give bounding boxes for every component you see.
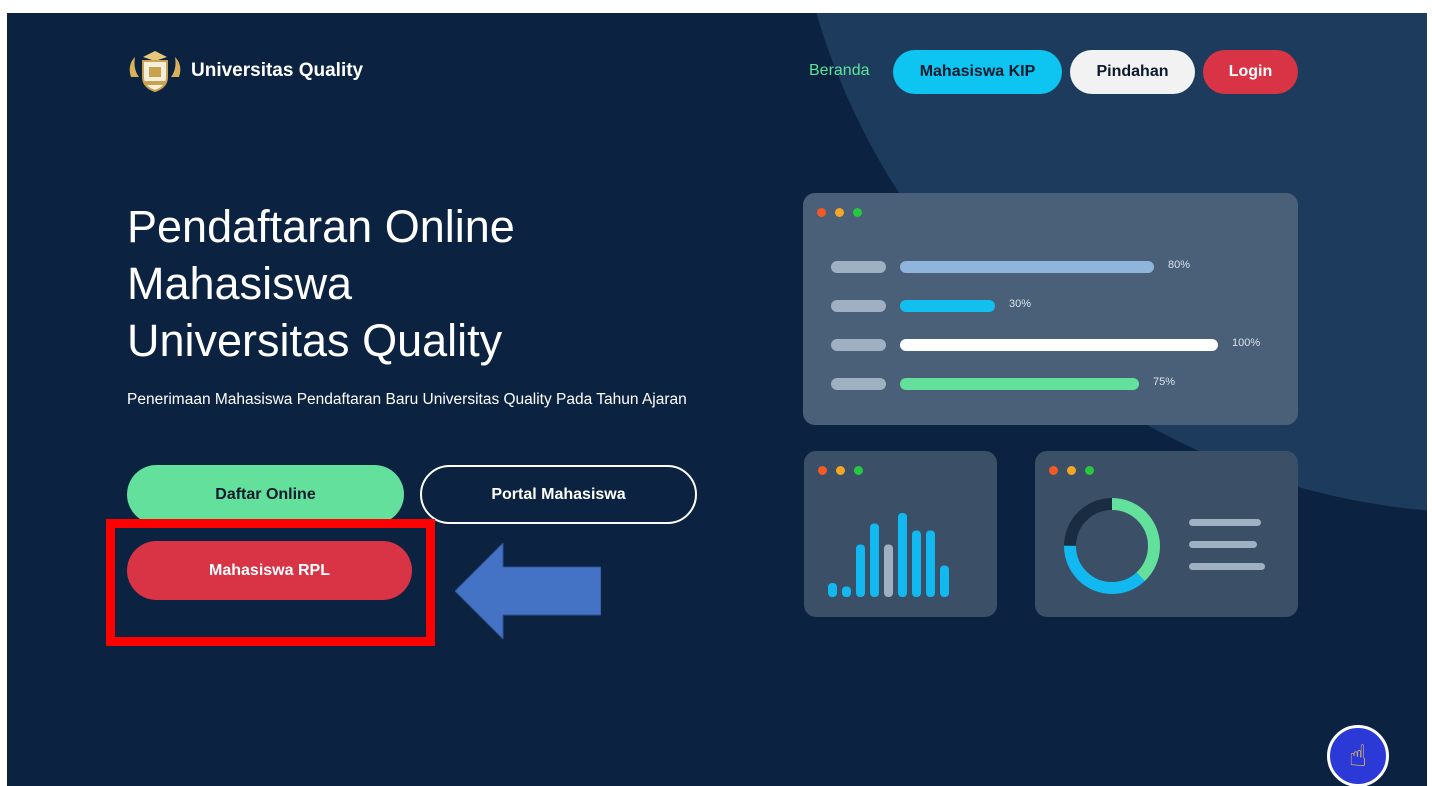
progress-bar [900,339,1218,351]
window-dot-green [1085,466,1094,475]
mini-bar [870,523,879,597]
progress-value: 80% [1168,259,1191,271]
donut-chart [1064,498,1160,594]
page: Universitas Quality Beranda Mahasiswa KI… [7,13,1427,786]
hero-title: Pendaftaran Online Mahasiswa Universitas… [127,198,687,369]
progress-value: 75% [1153,376,1176,388]
brand-name: Universitas Quality [191,60,364,81]
progress-panel: 80% 30% 100% 75% [803,193,1298,425]
window-dots [1049,466,1094,475]
hero-subtitle: Penerimaan Mahasiswa Pendaftaran Baru Un… [127,391,687,408]
progress-label-pill [831,378,886,390]
bar-chart-panel [804,451,997,617]
mini-bar [912,530,921,597]
mini-bar [884,544,893,597]
progress-value: 100% [1232,337,1261,349]
progress-value: 30% [1009,298,1032,310]
hero-title-line: Mahasiswa [127,258,353,309]
window-dot-red [817,208,826,217]
progress-label-pill [831,339,886,351]
nav-beranda-link[interactable]: Beranda [809,62,870,80]
text-lines-placeholder [1189,519,1265,570]
window-dot-yellow [835,208,844,217]
window-dot-yellow [1067,466,1076,475]
mini-bar [856,544,865,597]
mini-bar [828,583,837,597]
placeholder-line [1189,541,1257,548]
hero-title-line: Pendaftaran Online [127,201,515,252]
placeholder-line [1189,519,1261,526]
mini-bar [842,586,851,597]
pindahan-button[interactable]: Pindahan [1070,50,1195,94]
mini-bar [940,565,949,597]
window-dot-red [1049,466,1058,475]
university-crest-logo [129,51,181,93]
highlight-box [106,519,435,646]
progress-label-pill [831,300,886,312]
daftar-online-button[interactable]: Daftar Online [127,465,404,524]
progress-bar [900,378,1139,390]
left-arrow-annotation [455,543,601,639]
window-dots [817,208,862,217]
placeholder-line [1189,563,1265,570]
mini-bar [898,513,907,597]
pointing-hand-icon[interactable]: ☝ [1327,725,1389,786]
progress-label-pill [831,261,886,273]
login-button[interactable]: Login [1203,50,1298,94]
mini-bar [926,530,935,597]
mahasiswa-kip-button[interactable]: Mahasiswa KIP [893,50,1062,94]
donut-panel [1035,451,1298,617]
progress-bar [900,261,1154,273]
hero-title-line: Universitas Quality [127,315,503,366]
brand[interactable]: Universitas Quality [125,47,363,95]
portal-mahasiswa-button[interactable]: Portal Mahasiswa [420,465,697,524]
progress-bar [900,300,995,312]
window-dot-green [853,208,862,217]
mini-bar-chart [828,513,949,597]
